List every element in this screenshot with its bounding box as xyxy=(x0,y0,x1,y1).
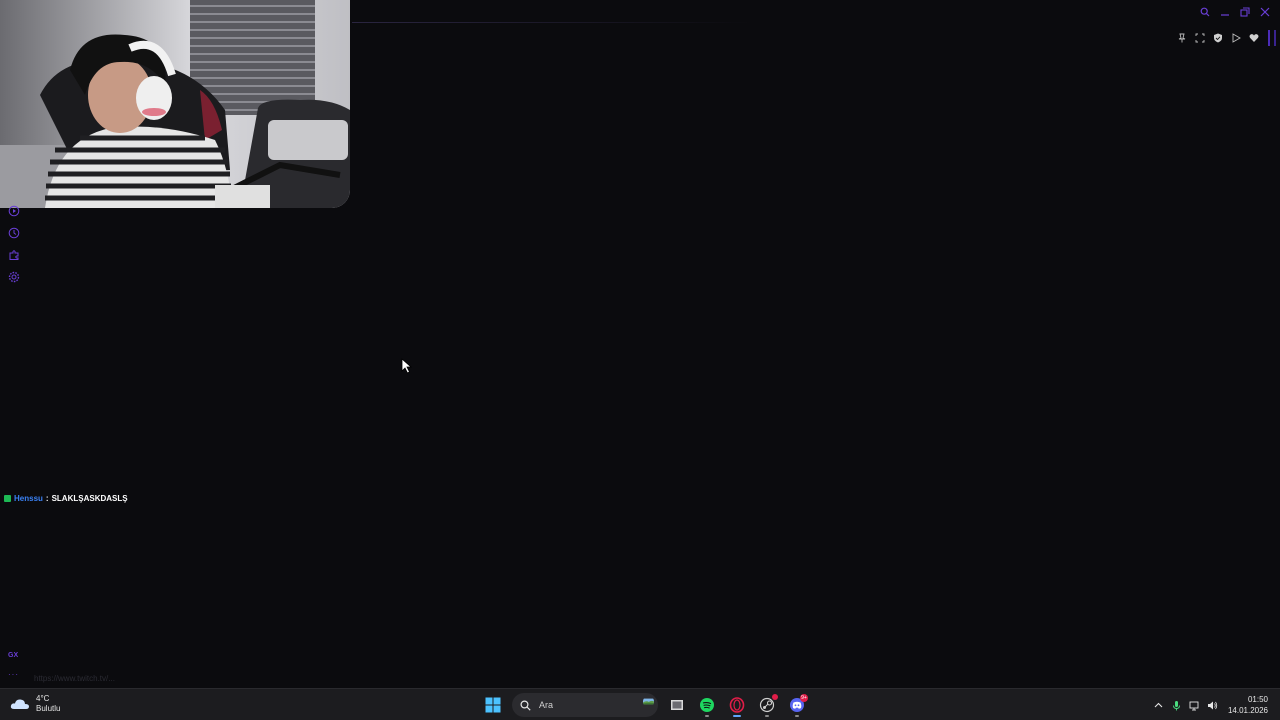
discord-icon[interactable]: 9+ xyxy=(786,693,808,717)
search-highlight-image xyxy=(643,698,654,705)
taskbar-clock[interactable]: 01:50 14.01.2026 xyxy=(1228,694,1268,716)
steam-icon[interactable] xyxy=(756,693,778,717)
shield-icon[interactable] xyxy=(1210,30,1226,46)
webcam-image xyxy=(0,0,350,208)
mouse-cursor-icon xyxy=(401,358,413,374)
clock-date: 14.01.2026 xyxy=(1227,706,1268,715)
status-url: https://www.twitch.tv/... xyxy=(34,674,115,683)
extension-toolbar xyxy=(1174,30,1276,46)
window-controls xyxy=(1196,4,1274,20)
spotify-icon[interactable] xyxy=(696,693,718,717)
webcam-overlay xyxy=(0,0,350,208)
desktop-screen: GX ··· https://www.twitch.tv/... Henssu … xyxy=(0,0,1280,720)
heart-icon[interactable] xyxy=(1246,30,1262,46)
browser-sidebar: GX ··· xyxy=(0,200,28,688)
close-icon[interactable] xyxy=(1256,4,1274,20)
extensions-puzzle-icon[interactable] xyxy=(6,247,22,263)
tab-strip-line xyxy=(352,22,752,23)
chat-message: Henssu : SLAKLŞASKDASLŞ xyxy=(4,494,128,503)
network-icon[interactable] xyxy=(1186,693,1204,717)
opera-gx-icon[interactable] xyxy=(726,693,748,717)
play-circle-icon[interactable] xyxy=(6,203,22,219)
clock-time: 01:50 xyxy=(1247,695,1268,704)
search-icon[interactable] xyxy=(1196,4,1214,20)
history-clock-icon[interactable] xyxy=(6,225,22,241)
play-icon[interactable] xyxy=(1228,30,1244,46)
steam-notification-dot xyxy=(772,694,778,700)
settings-gear-icon[interactable] xyxy=(6,269,22,285)
volume-icon[interactable] xyxy=(1204,693,1222,717)
pin-icon[interactable] xyxy=(1174,30,1190,46)
microphone-icon[interactable] xyxy=(1168,693,1186,717)
weather-temperature: 4°C xyxy=(36,694,50,703)
minimize-icon[interactable] xyxy=(1216,4,1234,20)
app-active-indicator xyxy=(733,715,741,717)
search-icon xyxy=(520,699,531,711)
gx-corner-label[interactable]: GX xyxy=(8,652,18,659)
sidebar-toggle-bar[interactable] xyxy=(1268,30,1270,46)
chat-badge-icon xyxy=(4,495,11,502)
taskbar-center: Ara 9+ xyxy=(482,692,808,718)
file-explorer-icon[interactable] xyxy=(666,693,688,717)
search-placeholder: Ara xyxy=(539,700,554,710)
taskbar: 4°C Bulutlu Ara 9+ 01:50 14.01.2026 xyxy=(0,688,1280,720)
cloud-icon xyxy=(10,699,30,709)
weather-condition: Bulutlu xyxy=(36,704,61,713)
chat-username: Henssu xyxy=(14,494,43,503)
weather-widget[interactable]: 4°C Bulutlu xyxy=(10,694,60,714)
sidebar-toggle-bar-secondary xyxy=(1274,30,1276,46)
chat-text: SLAKLŞASKDASLŞ xyxy=(51,494,128,503)
chevron-up-icon[interactable] xyxy=(1150,693,1168,717)
sidebar-more-button[interactable]: ··· xyxy=(8,670,19,679)
restore-icon[interactable] xyxy=(1236,4,1254,20)
windows-start-icon[interactable] xyxy=(482,693,504,717)
app-running-indicator xyxy=(765,715,769,717)
taskbar-search-box[interactable]: Ara xyxy=(512,693,658,717)
system-tray: 01:50 14.01.2026 xyxy=(1150,692,1280,718)
discord-notification-badge: 9+ xyxy=(800,694,808,702)
chat-separator: : xyxy=(45,494,49,503)
app-running-indicator xyxy=(705,715,709,717)
app-running-indicator xyxy=(795,715,799,717)
snapshot-icon[interactable] xyxy=(1192,30,1208,46)
